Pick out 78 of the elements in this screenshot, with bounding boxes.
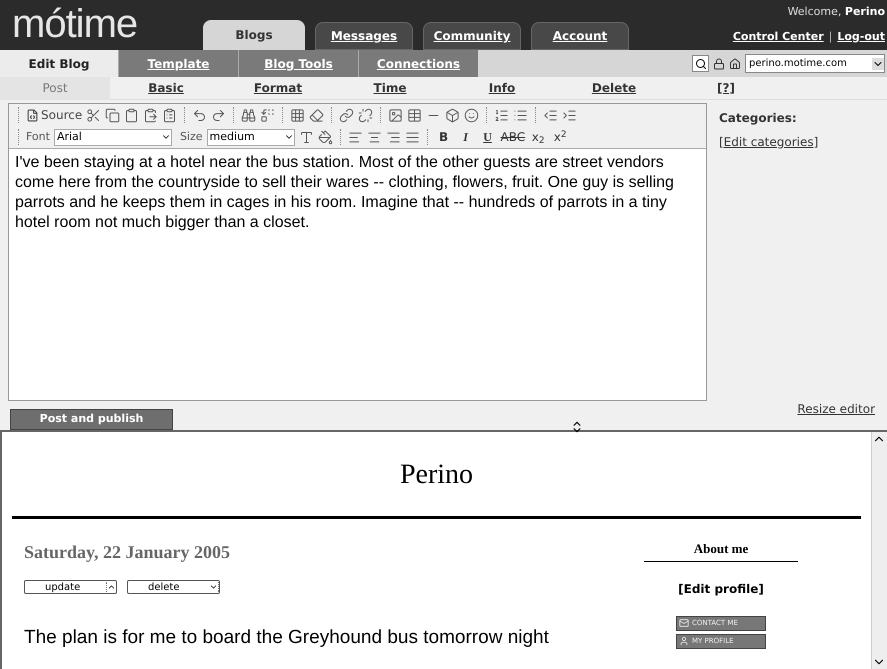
post-date: Saturday, 22 January 2005 xyxy=(24,541,232,564)
resize-editor-link[interactable]: Resize editor xyxy=(797,400,875,418)
edit-tab[interactable]: Delete xyxy=(558,76,670,100)
logo: mótime xyxy=(12,2,138,46)
font-label: Font xyxy=(26,128,50,145)
indent-icon[interactable] xyxy=(562,108,578,122)
format-button[interactable]: U xyxy=(478,128,497,146)
sub-tab[interactable]: Connections xyxy=(358,50,478,77)
about-me-heading: About me xyxy=(644,539,798,562)
blog-title: Perino xyxy=(12,432,861,519)
edit-profile-link[interactable]: [Edit profile] xyxy=(678,580,764,598)
justify-icon[interactable] xyxy=(404,130,420,144)
main-tab[interactable]: Community xyxy=(423,22,521,50)
lock-icon xyxy=(713,58,725,70)
select-all-icon[interactable] xyxy=(290,108,306,122)
edit-tab[interactable]: Basic xyxy=(110,76,222,100)
undo-icon[interactable] xyxy=(192,108,208,122)
format-button[interactable]: ABC xyxy=(500,128,526,146)
edit-tab[interactable]: Info xyxy=(446,76,558,100)
sub-tab[interactable]: Template xyxy=(118,50,238,77)
format-button[interactable]: x$_{2}$ xyxy=(529,128,548,146)
align-right-icon[interactable] xyxy=(386,130,401,144)
source-button[interactable]: Source xyxy=(26,106,82,124)
cut-icon[interactable] xyxy=(86,108,102,122)
post-text: The plan is for me to board the Greyhound bus tomorrow night xyxy=(24,626,550,650)
outdent-icon[interactable] xyxy=(543,108,558,122)
eraser-icon[interactable] xyxy=(309,108,324,122)
paste-icon[interactable] xyxy=(124,108,140,122)
sub-tab[interactable]: Edit Blog xyxy=(0,50,118,77)
format-button[interactable]: x$^{2}$ xyxy=(551,128,570,146)
replace-icon[interactable] xyxy=(260,108,276,122)
paste-text-icon[interactable] xyxy=(143,108,158,122)
home-icon xyxy=(729,58,741,70)
edit-tab[interactable]: Format xyxy=(222,76,334,100)
paste-word-icon[interactable] xyxy=(162,108,178,122)
find-icon[interactable] xyxy=(241,108,256,122)
main-tab[interactable]: Account xyxy=(531,22,629,50)
background-color-icon[interactable] xyxy=(318,130,333,144)
control-center-link[interactable]: Control Center xyxy=(732,28,824,45)
categories-text: Categories: [Edit categories] xyxy=(719,110,820,151)
bullet-list-icon[interactable] xyxy=(513,108,528,122)
search-button[interactable] xyxy=(692,55,709,72)
align-left-icon[interactable] xyxy=(348,130,363,144)
edit-tab[interactable]: Time xyxy=(334,76,446,100)
main-tab[interactable]: Blogs xyxy=(203,20,305,50)
link-separator: | xyxy=(828,28,832,45)
source-icon xyxy=(26,108,39,122)
format-button[interactable]: B xyxy=(434,128,453,146)
font-select[interactable]: Arial xyxy=(54,128,172,146)
box-icon[interactable] xyxy=(445,108,460,122)
editor-text[interactable]: I've been staying at a hotel near the bus station. Most of the other guests are street vendors come here from the countryside to sell their wares -- clothing, flowers, fruit. One guy is selling parrots and he keeps them in cages in his room. Imagine that -- hundreds of parrots in a tiny hotel room not much bigger than a closet. xyxy=(9,149,706,400)
edit-tab[interactable]: [?] xyxy=(670,76,782,100)
down-arrow-icon xyxy=(209,582,219,592)
copy-icon[interactable] xyxy=(105,108,120,122)
unlink-icon[interactable] xyxy=(358,108,374,122)
size-label: Size xyxy=(180,128,203,145)
align-center-icon[interactable] xyxy=(366,130,382,144)
edit-categories-link[interactable]: [Edit categories] xyxy=(719,135,818,149)
smiley-icon[interactable] xyxy=(464,108,480,122)
welcome-text: Welcome, Perino xyxy=(788,4,885,20)
redo-icon[interactable] xyxy=(211,108,226,122)
post-action-select[interactable]: update xyxy=(24,580,117,594)
size-select[interactable]: medium xyxy=(206,128,295,146)
main-tab[interactable]: Messages xyxy=(315,22,413,50)
text-color-icon[interactable] xyxy=(298,130,314,144)
blog-select[interactable]: perino.motime.com xyxy=(745,54,885,73)
numbered-list-icon[interactable] xyxy=(494,108,510,122)
logout-link[interactable]: Log-out xyxy=(837,28,885,45)
edit-tab[interactable]: Post xyxy=(0,76,110,100)
post-action-select[interactable]: delete xyxy=(127,580,220,594)
link-icon[interactable] xyxy=(339,108,354,122)
post-and-publish-button[interactable]: Post and publish xyxy=(10,409,173,430)
table-icon[interactable] xyxy=(407,108,422,122)
scrollbar[interactable] xyxy=(871,432,887,669)
up-arrow-icon xyxy=(106,582,116,592)
sub-tab[interactable]: Blog Tools xyxy=(238,50,358,77)
image-icon[interactable] xyxy=(388,108,404,122)
format-button[interactable]: I xyxy=(456,128,475,146)
